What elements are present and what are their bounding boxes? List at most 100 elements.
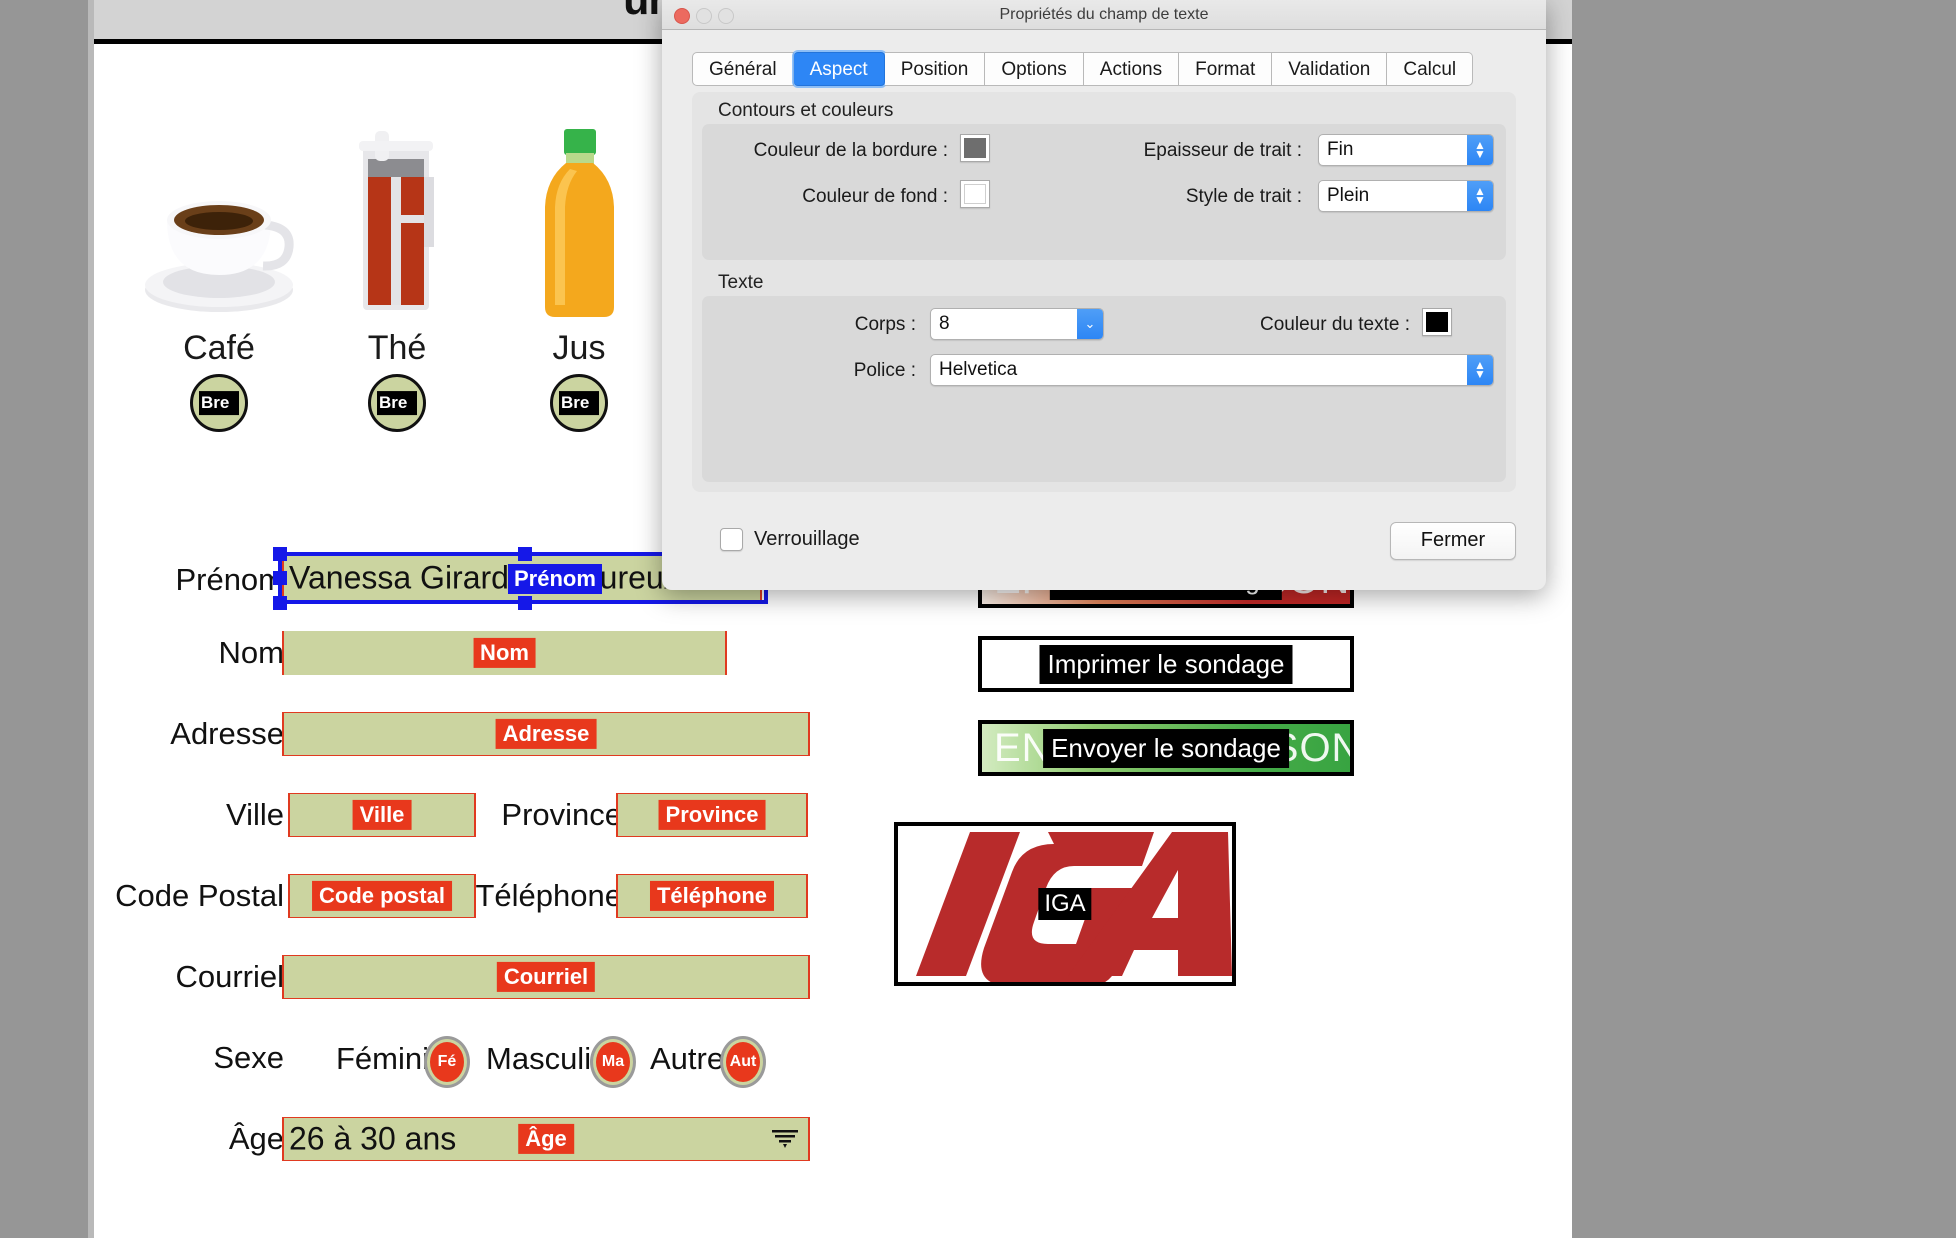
background-color-swatch[interactable]: [960, 180, 990, 208]
label-police: Police :: [736, 360, 916, 382]
iga-logo-box[interactable]: IGA: [894, 822, 1236, 986]
imprimer-tag-label: Imprimer le sondage: [1040, 645, 1293, 684]
input-province[interactable]: Province: [616, 793, 808, 837]
tab-format[interactable]: Format: [1179, 52, 1272, 86]
line-style-select[interactable]: Plein ▲▼: [1318, 180, 1494, 212]
resize-handle-bl[interactable]: [273, 596, 287, 610]
resize-handle-tm[interactable]: [518, 547, 532, 561]
tab-calcul[interactable]: Calcul: [1387, 52, 1473, 86]
resize-handle-ml[interactable]: [273, 571, 287, 585]
verrouillage-checkbox[interactable]: [720, 528, 743, 551]
drink-radio-jus[interactable]: Bre: [550, 374, 608, 432]
tab-options[interactable]: Options: [985, 52, 1083, 86]
label-ville: Ville: [114, 793, 284, 837]
drink-radio-the[interactable]: Bre: [368, 374, 426, 432]
input-age-dropdown[interactable]: 26 à 30 ans Âge: [282, 1117, 810, 1161]
label-age: Âge: [114, 1117, 284, 1161]
field-tag-code-postal: Code postal: [312, 881, 452, 911]
tab-aspect[interactable]: Aspect: [794, 52, 885, 86]
border-color-swatch[interactable]: [960, 134, 990, 162]
aspect-panel: Contours et couleurs Couleur de la bordu…: [692, 92, 1516, 492]
police-stepper-icon[interactable]: ▲▼: [1467, 355, 1493, 385]
field-tag-age: Âge: [518, 1124, 574, 1154]
line-style-stepper-icon[interactable]: ▲▼: [1467, 181, 1493, 211]
input-nom[interactable]: Nom: [282, 631, 727, 675]
label-text-color: Couleur du texte :: [1132, 314, 1410, 336]
form-row-age: Âge 26 à 30 ans Âge: [94, 1073, 1094, 1148]
field-tag-nom: Nom: [473, 638, 536, 668]
imprimer-sondage-button[interactable]: IMPRIMER LE SONDAGE Imprimer le sondage: [978, 636, 1354, 692]
radio-tag-masculin: Ma: [596, 1053, 630, 1071]
label-border-color: Couleur de la bordure :: [708, 140, 948, 162]
drink-radio-tag-jus: Bre: [559, 391, 599, 415]
value-prenom: Vanessa Girard-Lamoureux: [289, 560, 680, 597]
tea-press-icon: [302, 110, 492, 325]
corps-value: 8: [939, 313, 950, 334]
label-adresse: Adresse: [114, 712, 284, 756]
drink-label-cafe: Café: [124, 329, 314, 368]
label-line-style: Style de trait :: [1032, 186, 1302, 208]
drink-radio-cafe[interactable]: Bre: [190, 374, 248, 432]
label-line-width: Epaisseur de trait :: [1032, 140, 1302, 162]
drink-radio-tag-cafe: Bre: [199, 391, 239, 415]
form-row-sexe: Sexe Féminin Fé Masculin Ma Autre Aut: [94, 998, 1094, 1073]
envoyer-tag-label: Envoyer le sondage: [1043, 729, 1289, 768]
tab-actions[interactable]: Actions: [1084, 52, 1179, 86]
input-courriel[interactable]: Courriel: [282, 955, 810, 999]
label-corps: Corps :: [736, 314, 916, 336]
radio-tag-feminin: Fé: [430, 1053, 464, 1071]
juice-bottle-icon: [484, 110, 674, 325]
line-width-value: Fin: [1327, 139, 1353, 160]
dialog-titlebar[interactable]: Propriétés du champ de texte: [662, 0, 1546, 30]
border-color-chip: [964, 138, 986, 158]
field-tag-ville: Ville: [353, 800, 412, 830]
police-value: Helvetica: [939, 359, 1017, 380]
drink-option-jus[interactable]: Jus Bre: [484, 110, 674, 432]
group-title-contours: Contours et couleurs: [718, 100, 893, 122]
input-telephone[interactable]: Téléphone: [616, 874, 808, 918]
label-nom: Nom: [114, 631, 284, 675]
line-style-value: Plein: [1327, 185, 1369, 206]
input-adresse[interactable]: Adresse: [282, 712, 810, 756]
corps-dropdown-icon[interactable]: ⌄: [1077, 309, 1103, 339]
police-select[interactable]: Helvetica ▲▼: [930, 354, 1494, 386]
form-row-adresse: Adresse Adresse: [94, 698, 1094, 773]
drink-radio-tag-the: Bre: [377, 391, 417, 415]
verrouillage-label: Verrouillage: [754, 528, 860, 551]
line-width-stepper-icon[interactable]: ▲▼: [1467, 135, 1493, 165]
line-width-select[interactable]: Fin ▲▼: [1318, 134, 1494, 166]
input-code-postal[interactable]: Code postal: [288, 874, 476, 918]
text-field-properties-dialog: Propriétés du champ de texte Général Asp…: [662, 0, 1546, 590]
field-tag-prenom: Prénom: [508, 564, 602, 594]
chevron-down-icon[interactable]: [772, 1130, 798, 1148]
text-color-swatch[interactable]: [1422, 308, 1452, 336]
value-age: 26 à 30 ans: [289, 1121, 456, 1158]
group-title-texte: Texte: [718, 272, 763, 294]
field-tag-courriel: Courriel: [497, 962, 595, 992]
tab-general[interactable]: Général: [692, 52, 794, 86]
input-ville[interactable]: Ville: [288, 793, 476, 837]
corps-select[interactable]: 8 ⌄: [930, 308, 1104, 340]
field-tag-telephone: Téléphone: [650, 881, 774, 911]
label-background-color: Couleur de fond :: [708, 186, 948, 208]
radio-tag-autre: Aut: [726, 1053, 760, 1071]
drink-option-cafe[interactable]: Café Bre: [124, 110, 314, 432]
verrouillage-row[interactable]: Verrouillage: [720, 528, 860, 551]
resize-handle-bm[interactable]: [518, 596, 532, 610]
form-row-nom: Nom Nom: [94, 623, 1094, 698]
label-courriel: Courriel: [114, 955, 284, 999]
dialog-title: Propriétés du champ de texte: [662, 0, 1546, 29]
field-tag-province: Province: [659, 800, 766, 830]
drink-option-the[interactable]: Thé Bre: [302, 110, 492, 432]
iga-logo-tag: IGA: [1038, 888, 1091, 920]
text-color-chip: [1426, 312, 1448, 332]
tab-validation[interactable]: Validation: [1272, 52, 1387, 86]
label-telephone: Téléphone: [462, 874, 622, 918]
envoyer-sondage-button[interactable]: ENVOYER LE SONDAGE Envoyer le sondage: [978, 720, 1354, 776]
drink-label-the: Thé: [302, 329, 492, 368]
fermer-button[interactable]: Fermer: [1390, 522, 1516, 560]
label-prenom: Prénom: [114, 558, 284, 602]
resize-handle-tl[interactable]: [273, 547, 287, 561]
tab-position[interactable]: Position: [885, 52, 986, 86]
background-color-chip: [964, 184, 986, 204]
